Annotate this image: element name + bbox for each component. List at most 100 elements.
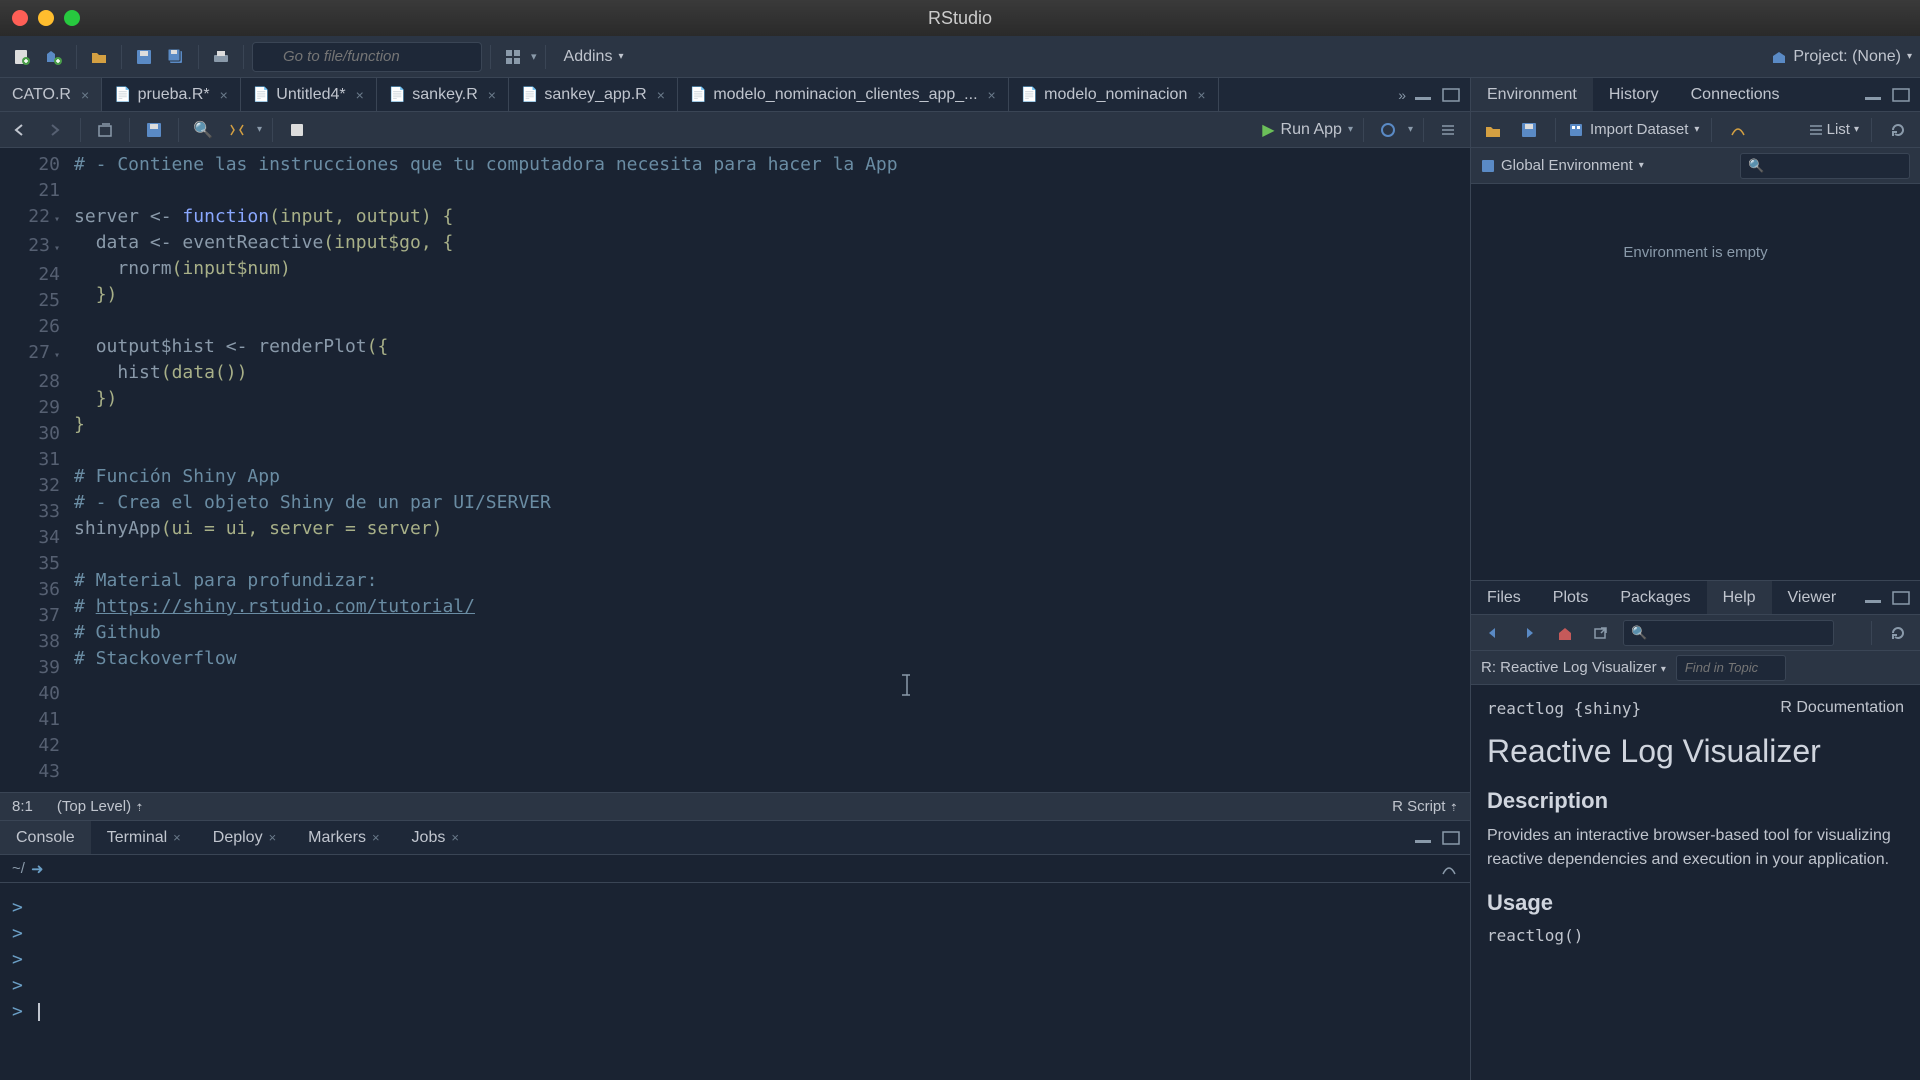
close-tab-icon[interactable]: × xyxy=(988,87,996,103)
more-tabs-icon[interactable]: » xyxy=(1398,87,1406,103)
editor-tab[interactable]: 📄modelo_nominacion× xyxy=(1009,78,1219,111)
code-content[interactable]: # - Contiene las instrucciones que tu co… xyxy=(74,148,1470,792)
close-tab-icon[interactable]: × xyxy=(220,87,228,103)
save-all-icon[interactable] xyxy=(162,43,190,71)
clear-console-icon[interactable] xyxy=(1440,861,1458,877)
import-dataset-button[interactable]: Import Dataset ▾ xyxy=(1568,121,1699,138)
close-tab-icon[interactable]: × xyxy=(81,87,89,103)
search-icon: 🔍 xyxy=(1748,158,1764,174)
save-workspace-icon[interactable] xyxy=(1515,116,1543,144)
environment-scope-selector[interactable]: Global Environment ▾ xyxy=(1481,157,1644,174)
show-in-new-window-icon[interactable] xyxy=(91,116,119,144)
forward-icon[interactable] xyxy=(42,116,70,144)
close-tab-icon[interactable]: × xyxy=(488,87,496,103)
help-usage-code: reactlog() xyxy=(1487,926,1904,945)
environment-tab[interactable]: Environment xyxy=(1471,78,1593,111)
minimize-pane-icon[interactable] xyxy=(1412,827,1434,849)
maximize-editor-icon[interactable] xyxy=(1440,84,1462,106)
new-project-icon[interactable] xyxy=(40,43,68,71)
help-content[interactable]: reactlog {shiny} R Documentation Reactiv… xyxy=(1471,685,1920,1080)
find-replace-icon[interactable]: 🔍 xyxy=(189,116,217,144)
project-selector[interactable]: Project: (None) ▾ xyxy=(1771,48,1912,66)
help-rdoc-label: R Documentation xyxy=(1780,699,1904,717)
help-home-icon[interactable] xyxy=(1551,619,1579,647)
code-tools-icon[interactable] xyxy=(223,116,251,144)
cursor-position: 8:1 xyxy=(12,798,33,815)
save-source-icon[interactable] xyxy=(140,116,168,144)
new-file-icon[interactable] xyxy=(8,43,36,71)
close-tab-icon[interactable]: × xyxy=(1197,87,1205,103)
environment-tab[interactable]: History xyxy=(1593,78,1675,111)
minimize-window-button[interactable] xyxy=(38,10,54,26)
console-tab[interactable]: Markers × xyxy=(292,821,395,854)
view-mode-button[interactable]: List ▾ xyxy=(1809,121,1859,138)
compile-report-icon[interactable] xyxy=(283,116,311,144)
language-mode[interactable]: R Script ⇡ xyxy=(1392,798,1458,815)
close-tab-icon[interactable]: × xyxy=(451,830,459,845)
minimize-editor-icon[interactable] xyxy=(1412,84,1434,106)
load-workspace-icon[interactable] xyxy=(1479,116,1507,144)
document-icon: 📄 xyxy=(690,86,707,103)
console-tab[interactable]: Terminal× xyxy=(91,821,197,854)
tab-label: modelo_nominacion_clientes_app_... xyxy=(713,86,977,104)
maximize-help-icon[interactable] xyxy=(1890,587,1912,609)
close-tab-icon[interactable]: × xyxy=(657,87,665,103)
open-file-icon[interactable] xyxy=(85,43,113,71)
refresh-env-icon[interactable] xyxy=(1884,116,1912,144)
addins-menu[interactable]: Addins ▾ xyxy=(554,48,634,66)
help-search-input[interactable] xyxy=(1623,620,1834,646)
zoom-window-button[interactable] xyxy=(64,10,80,26)
maximize-pane-icon[interactable] xyxy=(1440,827,1462,849)
text-cursor-icon xyxy=(900,673,914,697)
outline-icon[interactable] xyxy=(1434,116,1462,144)
editor-tab[interactable]: 📄sankey.R× xyxy=(377,78,509,111)
environment-search-input[interactable] xyxy=(1740,153,1910,179)
close-tab-icon[interactable]: × xyxy=(173,830,181,845)
environment-tab[interactable]: Connections xyxy=(1675,78,1796,111)
console-tab[interactable]: Deploy× xyxy=(197,821,292,854)
environment-empty-message: Environment is empty xyxy=(1471,184,1920,580)
run-app-button[interactable]: Run App xyxy=(1281,121,1342,139)
minimize-env-icon[interactable] xyxy=(1862,84,1884,106)
refresh-help-icon[interactable] xyxy=(1884,619,1912,647)
document-icon: 📄 xyxy=(253,86,270,103)
editor-tab[interactable]: 📄prueba.R*× xyxy=(102,78,241,111)
tab-label: CATO.R xyxy=(12,86,71,104)
console-tab[interactable]: Console xyxy=(0,821,91,854)
help-tab[interactable]: Files xyxy=(1471,581,1537,614)
editor-tab[interactable]: CATO.R × xyxy=(0,78,102,111)
help-tab[interactable]: Plots xyxy=(1537,581,1605,614)
help-topic-dropdown[interactable]: R: Reactive Log Visualizer ▾ xyxy=(1481,659,1666,676)
help-forward-icon[interactable] xyxy=(1515,619,1543,647)
scope-indicator[interactable]: (Top Level) ⇡ xyxy=(57,798,144,815)
editor-tab[interactable]: 📄sankey_app.R× xyxy=(509,78,678,111)
close-window-button[interactable] xyxy=(12,10,28,26)
code-editor[interactable]: 202122▾23▾24252627▾282930313233343536373… xyxy=(0,148,1470,792)
console-tab[interactable]: Jobs× xyxy=(396,821,475,854)
help-back-icon[interactable] xyxy=(1479,619,1507,647)
close-tab-icon[interactable]: × xyxy=(372,830,380,845)
console-arrow-icon[interactable]: ➜ xyxy=(31,860,44,878)
find-in-topic-input[interactable] xyxy=(1676,655,1786,681)
publish-icon[interactable] xyxy=(1374,116,1402,144)
back-icon[interactable] xyxy=(8,116,36,144)
main-toolbar: 🔍 ▾ Addins ▾ Project: (None) ▾ xyxy=(0,36,1920,78)
goto-file-input[interactable] xyxy=(252,42,482,72)
save-icon[interactable] xyxy=(130,43,158,71)
help-popout-icon[interactable] xyxy=(1587,619,1615,647)
help-tab[interactable]: Viewer xyxy=(1772,581,1853,614)
console-working-dir: ~/ ➜ xyxy=(0,855,1470,883)
maximize-env-icon[interactable] xyxy=(1890,84,1912,106)
close-tab-icon[interactable]: × xyxy=(356,87,364,103)
minimize-help-icon[interactable] xyxy=(1862,587,1884,609)
editor-tab[interactable]: 📄Untitled4*× xyxy=(241,78,377,111)
editor-tab[interactable]: 📄 modelo_nominacion_clientes_app_... × xyxy=(678,78,1009,111)
tools-grid-icon[interactable] xyxy=(499,43,527,71)
tab-label: Markers xyxy=(308,829,366,847)
help-tab[interactable]: Help xyxy=(1707,581,1772,614)
console-output[interactable]: >>>>> xyxy=(0,883,1470,1080)
close-tab-icon[interactable]: × xyxy=(269,830,277,845)
help-tab[interactable]: Packages xyxy=(1604,581,1706,614)
print-icon[interactable] xyxy=(207,43,235,71)
clear-workspace-icon[interactable] xyxy=(1724,116,1752,144)
